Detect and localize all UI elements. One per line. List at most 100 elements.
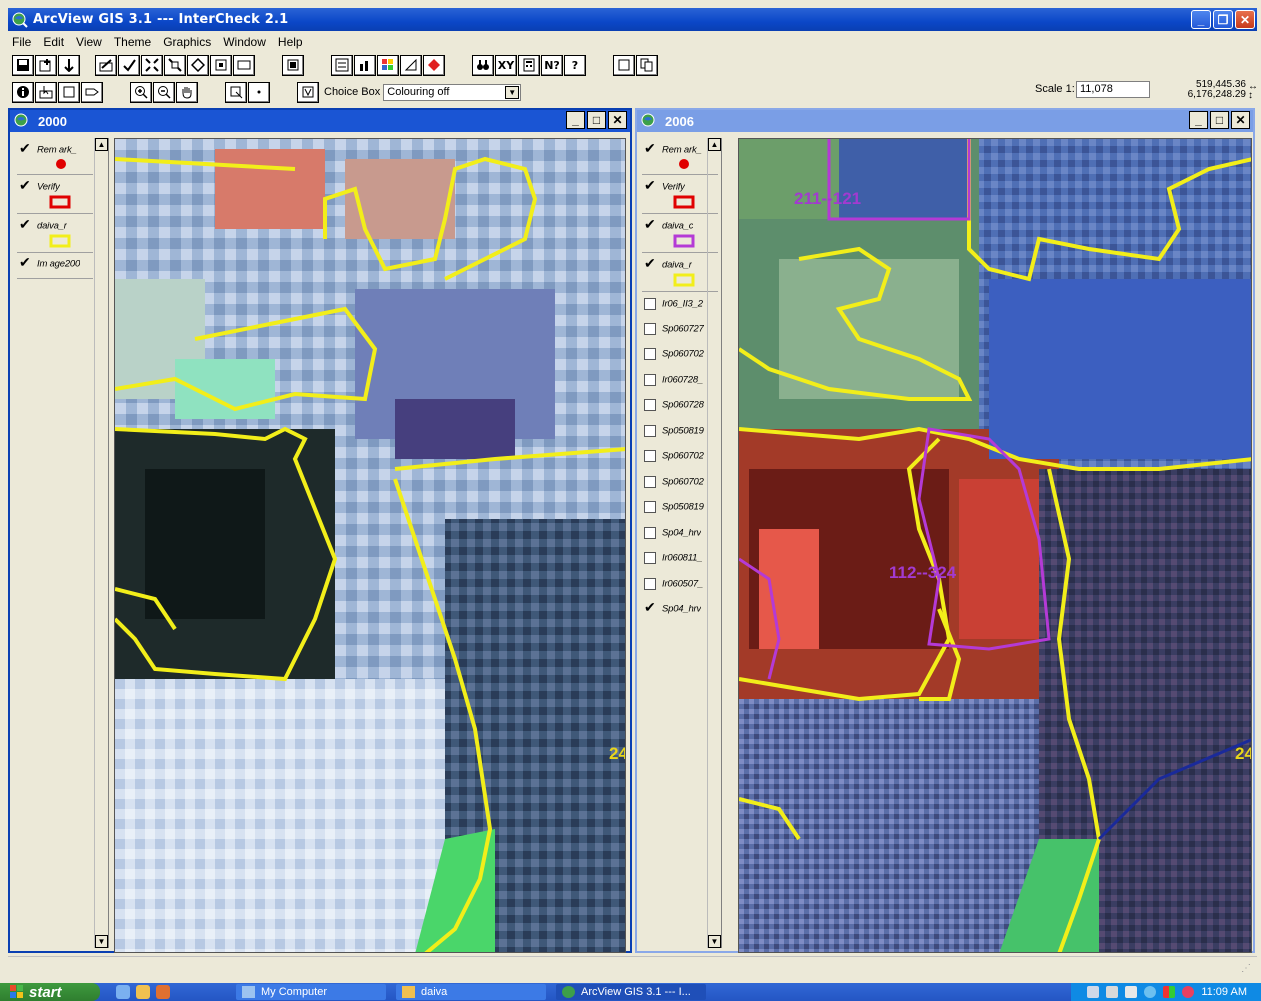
label-tool[interactable] bbox=[81, 81, 103, 103]
ie-icon[interactable] bbox=[116, 985, 130, 999]
edit-legend-button[interactable] bbox=[95, 54, 117, 76]
folder-icon[interactable] bbox=[136, 985, 150, 999]
start-button[interactable]: start bbox=[0, 983, 100, 1001]
open-attributes-button[interactable] bbox=[118, 54, 140, 76]
zoom-in-fixed-button[interactable] bbox=[210, 54, 232, 76]
view-minimize-button[interactable]: _ bbox=[1189, 111, 1208, 129]
view-titlebar[interactable]: 2000 _ □ ✕ bbox=[10, 110, 630, 132]
layer-checkbox[interactable] bbox=[644, 181, 656, 193]
map-display[interactable]: 211--121 112--324 24 bbox=[738, 138, 1252, 953]
layer-checkbox[interactable] bbox=[19, 144, 31, 156]
chart-button[interactable] bbox=[354, 54, 376, 76]
menu-graphics[interactable]: Graphics bbox=[163, 35, 211, 49]
toc-layer[interactable]: daiva_r bbox=[19, 220, 67, 232]
close-button[interactable]: ✕ bbox=[1235, 10, 1255, 29]
toc-layer[interactable]: Sp060727 bbox=[644, 323, 704, 335]
select-features-button[interactable] bbox=[282, 54, 304, 76]
toc-layer[interactable]: Verify bbox=[644, 181, 685, 193]
toc-layer[interactable]: Ir06_II3_2 bbox=[644, 298, 703, 310]
draw-shape-button[interactable] bbox=[400, 54, 422, 76]
layer-checkbox[interactable] bbox=[19, 258, 31, 270]
find-button[interactable] bbox=[472, 54, 494, 76]
calculator-button[interactable] bbox=[518, 54, 540, 76]
tray-network-icon[interactable] bbox=[1087, 986, 1100, 998]
tray-update-icon[interactable] bbox=[1144, 986, 1157, 998]
identify-tool[interactable] bbox=[12, 81, 34, 103]
toc-layer[interactable]: Ir060728_ bbox=[644, 374, 703, 386]
app-titlebar[interactable]: ArcView GIS 3.1 --- InterCheck 2.1 _ ❐ ✕ bbox=[8, 8, 1257, 31]
menu-help[interactable]: Help bbox=[278, 35, 303, 49]
zoom-full-button[interactable] bbox=[141, 54, 163, 76]
scroll-up-icon[interactable]: ▲ bbox=[95, 138, 108, 151]
view-window-2006[interactable]: 2006 _ □ ✕ Rem ark_ Verify daiva_c daiva… bbox=[635, 108, 1255, 953]
view-minimize-button[interactable]: _ bbox=[566, 111, 585, 129]
zoom-out-tool[interactable] bbox=[153, 81, 175, 103]
menu-window[interactable]: Window bbox=[223, 35, 266, 49]
layer-checkbox[interactable] bbox=[644, 425, 656, 437]
vertex-tool[interactable] bbox=[58, 81, 80, 103]
firefox-icon[interactable] bbox=[156, 985, 170, 999]
colour-button[interactable] bbox=[377, 54, 399, 76]
help-pointer-button[interactable]: N? bbox=[541, 54, 563, 76]
help-button[interactable]: ? bbox=[564, 54, 586, 76]
layer-checkbox[interactable] bbox=[644, 527, 656, 539]
toc-layer[interactable]: Rem ark_ bbox=[644, 144, 702, 156]
layer-checkbox[interactable] bbox=[644, 374, 656, 386]
hotlink-tool[interactable] bbox=[297, 81, 319, 103]
view-close-button[interactable]: ✕ bbox=[608, 111, 627, 129]
theme-properties-button[interactable] bbox=[58, 54, 80, 76]
pointer-tool[interactable] bbox=[35, 81, 57, 103]
marker-button[interactable] bbox=[423, 54, 445, 76]
minimize-button[interactable]: _ bbox=[1191, 10, 1211, 29]
toc-layer[interactable]: Sp060702 bbox=[644, 450, 704, 462]
layer-checkbox[interactable] bbox=[644, 259, 656, 271]
toc-layer[interactable]: Ir060507_ bbox=[644, 578, 703, 590]
tray-help-icon[interactable] bbox=[1125, 986, 1138, 998]
toc-layer[interactable]: Rem ark_ bbox=[19, 144, 77, 156]
view-maximize-button[interactable]: □ bbox=[1210, 111, 1229, 129]
menu-file[interactable]: File bbox=[12, 35, 31, 49]
point-tool[interactable] bbox=[248, 81, 270, 103]
layer-checkbox[interactable] bbox=[644, 220, 656, 232]
layer-checkbox[interactable] bbox=[644, 552, 656, 564]
xy-button[interactable]: XY bbox=[495, 54, 517, 76]
toc-layer[interactable]: Sp04_hrv bbox=[644, 527, 701, 539]
zoom-selected-button[interactable] bbox=[187, 54, 209, 76]
tray-monitor-icon[interactable] bbox=[1106, 986, 1119, 998]
toc-layer[interactable]: Sp060728 bbox=[644, 399, 704, 411]
toc-layer[interactable]: daiva_r bbox=[644, 259, 692, 271]
add-theme-button[interactable] bbox=[35, 54, 57, 76]
layer-checkbox[interactable] bbox=[644, 144, 656, 156]
toc-layer[interactable]: Ir060811_ bbox=[644, 552, 702, 564]
zoom-active-button[interactable] bbox=[164, 54, 186, 76]
layer-checkbox[interactable] bbox=[644, 603, 656, 615]
layer-checkbox[interactable] bbox=[644, 476, 656, 488]
layer-checkbox[interactable] bbox=[644, 450, 656, 462]
layer-checkbox[interactable] bbox=[644, 578, 656, 590]
save-project-button[interactable] bbox=[12, 54, 34, 76]
toc-layer[interactable]: daiva_c bbox=[644, 220, 693, 232]
resize-grip-icon[interactable]: ⋰ bbox=[1241, 963, 1253, 975]
scroll-down-icon[interactable]: ▼ bbox=[708, 935, 721, 948]
layer-checkbox[interactable] bbox=[644, 298, 656, 310]
toc-layer[interactable]: Sp050819 bbox=[644, 501, 704, 513]
new-window-button[interactable] bbox=[613, 54, 635, 76]
view-maximize-button[interactable]: □ bbox=[587, 111, 606, 129]
choice-box-select[interactable]: Colouring off ▼ bbox=[383, 83, 522, 101]
layer-checkbox[interactable] bbox=[19, 181, 31, 193]
scroll-down-icon[interactable]: ▼ bbox=[95, 935, 108, 948]
copy-button[interactable] bbox=[636, 54, 658, 76]
zoom-out-fixed-button[interactable] bbox=[233, 54, 255, 76]
pan-tool[interactable] bbox=[176, 81, 198, 103]
view-close-button[interactable]: ✕ bbox=[1231, 111, 1250, 129]
toc-layer[interactable]: Sp060702 bbox=[644, 476, 704, 488]
chevron-down-icon[interactable]: ▼ bbox=[505, 85, 520, 99]
menu-view[interactable]: View bbox=[76, 35, 102, 49]
layer-checkbox[interactable] bbox=[644, 323, 656, 335]
toc-layer[interactable]: Sp060702 bbox=[644, 348, 704, 360]
menu-theme[interactable]: Theme bbox=[114, 35, 151, 49]
toc-layer[interactable]: Im age200 bbox=[19, 258, 80, 270]
scale-input[interactable]: 11,078 bbox=[1076, 81, 1150, 98]
task-arcview[interactable]: ArcView GIS 3.1 --- I... bbox=[556, 984, 706, 1000]
view-window-2000[interactable]: 2000 _ □ ✕ Rem ark_ Verify daiva_r Im ag… bbox=[8, 108, 632, 953]
